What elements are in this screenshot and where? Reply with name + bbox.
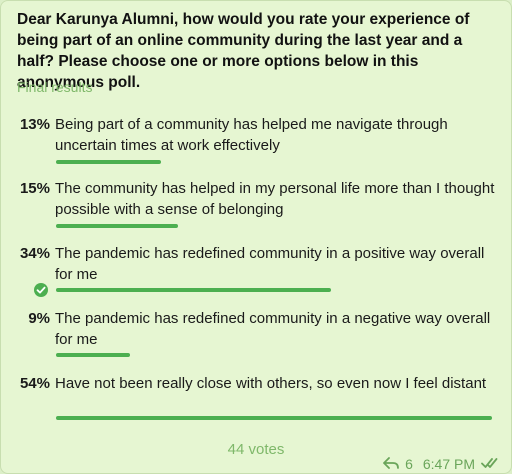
poll-option-percent: 34% <box>19 245 50 262</box>
poll-option-text: The community has helped in my personal … <box>55 180 495 218</box>
poll-option-bar <box>56 288 331 292</box>
poll-option-bar <box>56 416 492 420</box>
poll-option-percent: 54% <box>19 375 50 392</box>
poll-option-percent: 9% <box>28 310 50 327</box>
double-check-icon <box>481 456 501 472</box>
forward-count: 6 <box>405 456 413 472</box>
poll-message-bubble: Dear Karunya Alumni, how would you rate … <box>0 0 512 474</box>
poll-option-text: The pandemic has redefined community in … <box>55 310 491 348</box>
selected-check-icon <box>34 283 48 297</box>
message-time: 6:47 PM <box>422 456 475 472</box>
poll-option-text: Being part of a community has helped me … <box>55 116 448 154</box>
poll-option-bar <box>56 224 178 228</box>
poll-option-text: The pandemic has redefined community in … <box>55 245 485 283</box>
poll-option-bar <box>56 353 130 357</box>
poll-status-label: Final results <box>17 79 93 95</box>
message-meta: 6 6:47 PM <box>383 456 501 472</box>
poll-option-percent: 15% <box>19 180 50 197</box>
reply-icon[interactable] <box>383 456 399 472</box>
poll-option-bar <box>56 160 161 164</box>
poll-option-text: Have not been really close with others, … <box>55 375 487 392</box>
poll-option-percent: 13% <box>19 116 50 133</box>
